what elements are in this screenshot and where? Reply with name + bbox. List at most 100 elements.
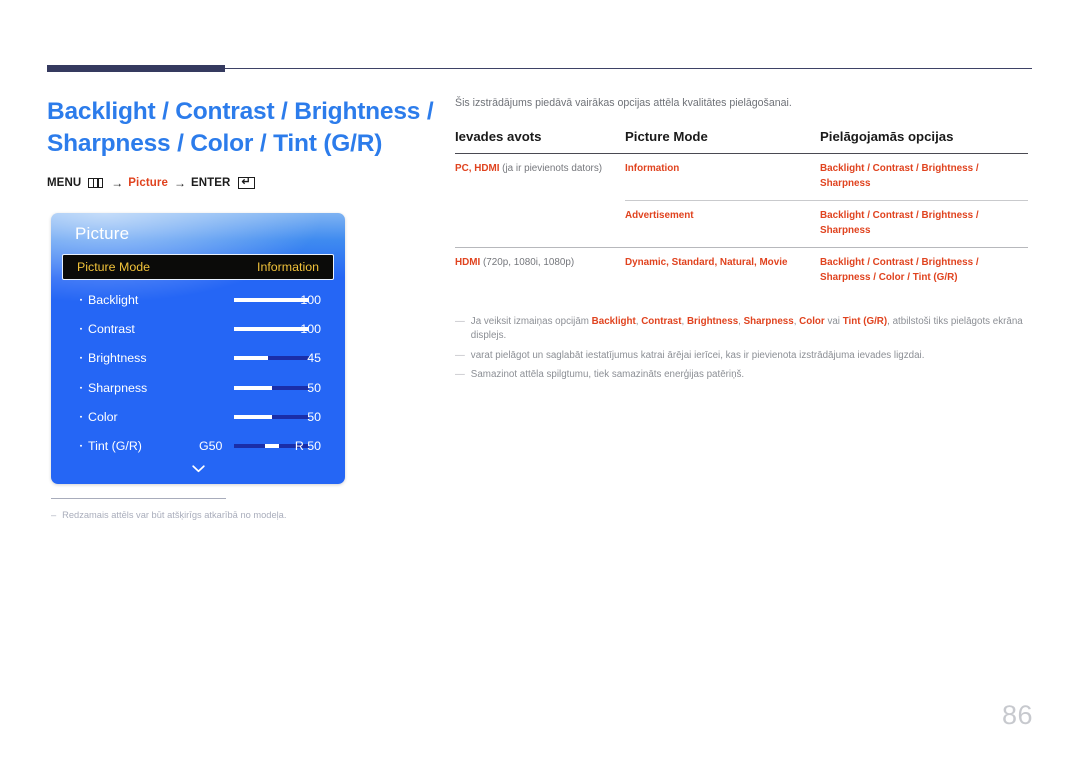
bullet-icon (80, 298, 82, 301)
footnote-text: varat pielāgot un saglabāt iestatījumus … (470, 349, 925, 361)
osd-slider-brightness[interactable] (234, 356, 309, 361)
osd-row-value: 45 (307, 351, 321, 366)
bullet-icon (80, 415, 82, 418)
left-footnote-rule (51, 498, 226, 499)
breadcrumb-menu-label: MENU (47, 177, 82, 189)
osd-row-label: Color (88, 409, 118, 424)
intro-text: Šis izstrādājums piedāvā vairākas opcija… (455, 97, 792, 109)
adjustable-line2: Sharpness / Color / Tint (G/R) (820, 271, 958, 283)
footnote-dash: – (51, 510, 57, 520)
footnote-dash: — (455, 369, 465, 381)
osd-row-value: 100 (300, 321, 321, 336)
slider-fill (234, 297, 309, 302)
cell-source: HDMI (720p, 1080i, 1080p) (455, 247, 625, 295)
slider-fill (234, 414, 272, 419)
source-bold: PC, HDMI (455, 163, 500, 174)
slider-fill (234, 356, 268, 361)
source-bold: HDMI (455, 257, 481, 269)
footnote-dash: — (455, 349, 465, 361)
header-rule-accent (47, 65, 225, 72)
osd-row-label: Tint (G/R) (88, 439, 142, 454)
page-root: Backlight / Contrast / Brightness / Shar… (0, 0, 1080, 763)
osd-row-label: Brightness (88, 351, 147, 366)
left-column: Backlight / Contrast / Brightness / Shar… (47, 96, 437, 190)
osd-row-color[interactable]: Color 50 (51, 402, 345, 431)
osd-row-list: Picture Mode Information Backlight 100 C… (51, 254, 345, 461)
footnote-segment: vai (824, 315, 843, 327)
left-footnote: – Redzamais attēls var būt atšķirīgs atk… (51, 508, 431, 522)
bullet-icon (80, 386, 82, 389)
menu-grid-icon (88, 178, 104, 188)
cell-picture-mode: Information (625, 163, 680, 174)
breadcrumb-arrow-2: → (173, 176, 186, 190)
osd-row-picture-mode[interactable]: Picture Mode Information (62, 254, 334, 280)
cell-picture-mode: Dynamic, Standard, Natural, Movie (625, 247, 820, 295)
osd-slider-contrast[interactable] (234, 326, 309, 331)
osd-row-value: Information (257, 260, 319, 274)
source-plain: (720p, 1080i, 1080p) (480, 257, 575, 269)
osd-row-value: 50 (307, 380, 321, 395)
osd-row-contrast[interactable]: Contrast 100 (51, 314, 345, 343)
keyword-backlight: Backlight (591, 315, 636, 327)
enter-key-icon (238, 176, 256, 189)
keyword-contrast: Contrast (641, 315, 682, 327)
footnote-text: Redzamais attēls var būt atšķirīgs atkar… (62, 510, 287, 520)
osd-slider-backlight[interactable] (234, 297, 309, 302)
slider-fill (234, 326, 309, 331)
footnote-text: Ja veiksit izmaiņas opcijām Backlight, C… (471, 315, 1028, 344)
footnote-segment: Ja veiksit izmaiņas opcijām (470, 315, 592, 327)
table-header-row: Ievades avots Picture Mode Pielāgojamās … (455, 129, 1028, 154)
osd-row-value: R 50 (294, 439, 321, 454)
right-column: Šis izstrādājums piedāvā vairākas opcija… (455, 96, 1028, 388)
osd-row-label: Contrast (88, 321, 135, 336)
osd-row-backlight[interactable]: Backlight 100 (51, 285, 345, 314)
page-title-line2: Sharpness / Color / Tint (G/R) (47, 130, 383, 157)
table-row: Advertisement Backlight / Contrast / Bri… (455, 200, 1028, 248)
adjustable-line1: Backlight / Contrast / Brightness / (820, 257, 979, 269)
page-title: Backlight / Contrast / Brightness / Shar… (47, 96, 437, 160)
page-title-line1: Backlight / Contrast / Brightness / (47, 98, 434, 125)
osd-row-tint[interactable]: Tint (G/R) G50 R 50 (51, 431, 345, 460)
osd-row-brightness[interactable]: Brightness 45 (51, 344, 345, 373)
column-header-picture-mode: Picture Mode (625, 129, 820, 154)
keyword-sharpness: Sharpness (743, 315, 794, 327)
keyword-brightness: Brightness (686, 315, 739, 327)
table-row: HDMI (720p, 1080i, 1080p) Dynamic, Stand… (455, 247, 1028, 295)
footnote-item: — Samazinot attēla spilgtumu, tiek samaz… (455, 368, 1028, 383)
footnote-dash: — (455, 315, 465, 327)
bullet-icon (80, 327, 82, 330)
footnote-list: — Ja veiksit izmaiņas opcijām Backlight,… (455, 315, 1028, 383)
osd-row-value: 50 (307, 409, 321, 424)
osd-slider-color[interactable] (234, 414, 309, 419)
osd-row-label: Picture Mode (77, 260, 151, 274)
osd-row-label: Backlight (88, 292, 139, 307)
adjustable-line2: Sharpness (820, 224, 871, 236)
osd-picture-panel: Picture Picture Mode Information Backlig… (51, 213, 345, 484)
footnote-item: — varat pielāgot un saglabāt iestatījumu… (455, 349, 1028, 364)
adjustable-line2: Sharpness (820, 177, 871, 189)
osd-slider-sharpness[interactable] (234, 385, 309, 390)
cell-adjustable: Backlight / Contrast / Brightness / Shar… (820, 200, 1028, 248)
osd-row-value: 100 (300, 292, 321, 307)
slider-fill (234, 385, 272, 390)
osd-title: Picture (75, 224, 130, 243)
chevron-down-icon[interactable] (51, 464, 345, 474)
osd-row-label: Sharpness (88, 380, 148, 395)
cell-source (455, 201, 625, 248)
breadcrumb-arrow-1: → (111, 176, 123, 190)
bullet-icon (80, 444, 82, 447)
column-header-adjustable: Pielāgojamās opcijas (820, 129, 1028, 154)
slider-fill (264, 444, 279, 449)
table-row: PC, HDMI (ja ir pievienots dators) Infor… (455, 154, 1028, 201)
adjustable-line1: Backlight / Contrast / Brightness / (820, 210, 979, 222)
column-header-source: Ievades avots (455, 129, 625, 154)
osd-row-sharpness[interactable]: Sharpness 50 (51, 373, 345, 402)
bullet-icon (80, 357, 82, 360)
footnote-item: — Ja veiksit izmaiņas opcijām Backlight,… (455, 315, 1028, 344)
cell-adjustable: Backlight / Contrast / Brightness / Shar… (820, 154, 1028, 201)
page-number: 86 (1001, 700, 1033, 730)
adjustable-line1: Backlight / Contrast / Brightness / (820, 163, 979, 174)
breadcrumb-enter-label: ENTER (190, 177, 231, 189)
footnote-text: Samazinot attēla spilgtumu, tiek samazin… (470, 369, 745, 381)
breadcrumb-picture-label: Picture (128, 177, 168, 189)
